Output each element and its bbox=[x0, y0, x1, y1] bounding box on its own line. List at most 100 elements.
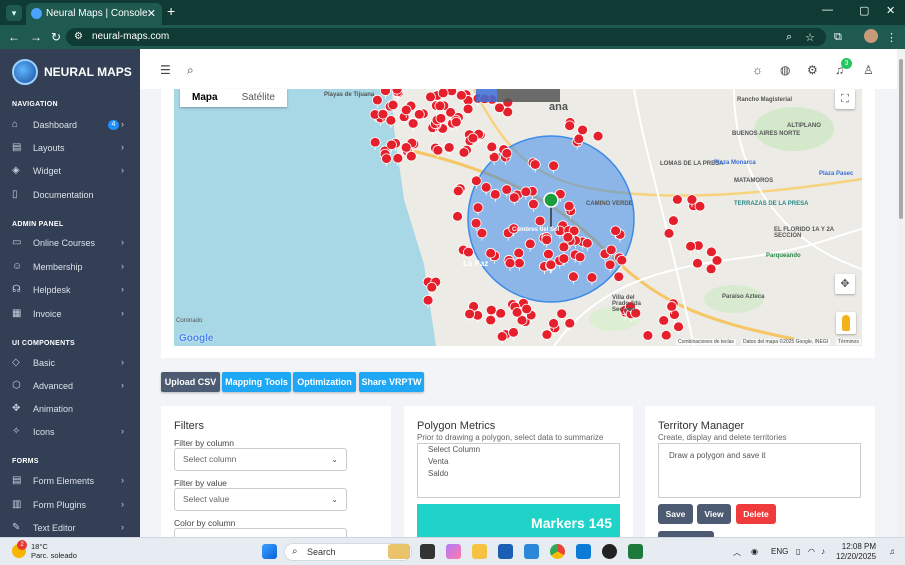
file-explorer-icon[interactable] bbox=[472, 544, 487, 559]
address-bar: ← → ↻ ⚙ neural-maps.com ⌕ ☆ ⧉ ⋮ bbox=[0, 25, 905, 49]
sidebar-item-membership[interactable]: ☺ Membership › bbox=[0, 257, 140, 277]
mapping-tools-button[interactable]: Mapping Tools bbox=[222, 372, 291, 392]
task-view-icon[interactable] bbox=[420, 544, 435, 559]
settings-gear-icon[interactable]: ⚙ bbox=[807, 63, 818, 77]
drawing-toolbar bbox=[476, 89, 560, 102]
copilot-icon[interactable] bbox=[446, 544, 461, 559]
optimization-button[interactable]: Optimization bbox=[293, 372, 356, 392]
tab-menu-icon[interactable]: ▾ bbox=[6, 5, 22, 21]
sidebar-item-online-courses[interactable]: ▭ Online Courses › bbox=[0, 233, 140, 253]
close-tab-icon[interactable]: ✕ bbox=[147, 3, 156, 25]
theme-sun-icon[interactable]: ☼ bbox=[752, 63, 763, 77]
media-player-icon[interactable] bbox=[602, 544, 617, 559]
forward-icon[interactable]: → bbox=[30, 30, 42, 44]
sidebar-item-layouts[interactable]: ▤ Layouts › bbox=[0, 138, 140, 158]
chrome-icon[interactable] bbox=[550, 544, 565, 559]
sidebar-item-invoice[interactable]: ▦ Invoice › bbox=[0, 304, 140, 324]
polygon-metrics-card: Polygon Metrics Prior to drawing a polyg… bbox=[404, 406, 633, 537]
chevron-right-icon: › bbox=[121, 380, 124, 390]
filter-value-select[interactable]: Select value ⌄ bbox=[174, 488, 347, 511]
hamburger-menu-icon[interactable]: ☰ bbox=[160, 63, 171, 77]
map-canvas[interactable]: Playas de Tijuana ana Rancho Magisterial… bbox=[174, 89, 862, 346]
color-column-select[interactable] bbox=[174, 528, 347, 537]
excel-icon[interactable] bbox=[628, 544, 643, 559]
save-button[interactable]: Save bbox=[658, 504, 693, 524]
markers-summary: Markers 145 bbox=[417, 504, 620, 537]
sidebar-item-documentation[interactable]: ▯ Documentation bbox=[0, 185, 140, 205]
sidebar-item-basic[interactable]: ◇ Basic › bbox=[0, 353, 140, 373]
map-label-paraiso: Paraíso Azteca bbox=[722, 294, 765, 300]
share-vrptw-button[interactable]: Share VRPTW bbox=[359, 372, 424, 392]
language-indicator[interactable]: ENG bbox=[771, 547, 788, 556]
app-icon[interactable] bbox=[524, 544, 539, 559]
list-item[interactable]: Select Column bbox=[418, 444, 619, 456]
sidebar-item-dashboard[interactable]: ⌂ Dashboard 4 › bbox=[0, 115, 140, 135]
list-item[interactable]: Venta bbox=[418, 456, 619, 468]
scrollbar-thumb[interactable] bbox=[899, 59, 903, 219]
tray-chevron-up-icon[interactable]: ︿ bbox=[733, 547, 741, 558]
zoom-icon[interactable]: ⌕ bbox=[786, 31, 792, 44]
sidebar-item-animation[interactable]: ✥ Animation bbox=[0, 399, 140, 419]
maximize-icon[interactable]: ▢ bbox=[859, 4, 869, 17]
reload-icon[interactable]: ↻ bbox=[51, 30, 61, 44]
camera-control-icon[interactable]: ✥ bbox=[835, 274, 855, 294]
vscode-icon[interactable] bbox=[576, 544, 591, 559]
polygon-column-listbox[interactable]: Select Column Venta Saldo bbox=[417, 443, 620, 498]
bookmark-star-icon[interactable]: ☆ bbox=[805, 31, 815, 44]
list-item[interactable]: Saldo bbox=[418, 468, 619, 480]
tray-app-icon[interactable]: ◉ bbox=[751, 547, 758, 556]
new-tab-icon[interactable]: + bbox=[167, 3, 175, 19]
map-label-camino: CAMINO VERDE bbox=[586, 201, 633, 207]
map-type-map-button[interactable]: Mapa bbox=[180, 89, 230, 107]
territory-textarea[interactable]: Draw a polygon and save it bbox=[658, 443, 861, 498]
view-button[interactable]: View bbox=[697, 504, 731, 524]
sidebar-item-helpdesk[interactable]: ☊ Helpdesk › bbox=[0, 280, 140, 300]
sidebar-item-form-plugins[interactable]: ▥ Form Plugins › bbox=[0, 495, 140, 515]
sidebar-item-text-editor[interactable]: ✎ Text Editor › bbox=[0, 518, 140, 537]
sidebar-item-widget[interactable]: ◈ Widget › bbox=[0, 161, 140, 181]
close-window-icon[interactable]: ✕ bbox=[886, 4, 895, 17]
system-clock[interactable]: 12:08 PM 12/20/2025 bbox=[836, 542, 876, 562]
site-info-icon[interactable]: ⚙ bbox=[74, 28, 83, 46]
sidebar-item-icons[interactable]: ✧ Icons › bbox=[0, 422, 140, 442]
sidebar-item-advanced[interactable]: ⬡ Advanced › bbox=[0, 376, 140, 396]
volume-icon[interactable]: ♪ bbox=[821, 547, 825, 556]
keyboard-shortcuts-link[interactable]: Combinaciones de teclas bbox=[676, 339, 736, 345]
browser-menu-icon[interactable]: ⋮ bbox=[886, 31, 897, 44]
language-globe-icon[interactable]: ◍ bbox=[780, 63, 790, 77]
listbox-scrollbar[interactable] bbox=[599, 444, 619, 497]
back-icon[interactable]: ← bbox=[8, 30, 20, 44]
vpn-app-icon[interactable] bbox=[498, 544, 513, 559]
chevron-right-icon: › bbox=[121, 522, 124, 532]
notifications-bell-icon[interactable]: ♫ bbox=[889, 547, 895, 556]
terms-link[interactable]: Términos bbox=[836, 339, 861, 345]
browser-tab[interactable]: Neural Maps | Console ✕ bbox=[26, 3, 162, 25]
brand[interactable]: NEURAL MAPS bbox=[12, 57, 132, 87]
top-header: ☰ ⌕ ☼ ◍ ⚙ ♫ 3 ♙ bbox=[140, 49, 897, 89]
fullscreen-icon[interactable]: ⛶ bbox=[835, 89, 855, 109]
user-profile-icon[interactable]: ♙ bbox=[863, 63, 874, 77]
wifi-icon[interactable]: ◠ bbox=[808, 547, 815, 556]
url-field[interactable]: ⚙ neural-maps.com bbox=[66, 28, 826, 46]
chevron-right-icon: › bbox=[121, 119, 124, 129]
phone-icon[interactable]: ▯ bbox=[796, 547, 800, 556]
filter-column-select[interactable]: Select column ⌄ bbox=[174, 448, 347, 471]
windows-start-icon[interactable] bbox=[262, 544, 277, 559]
minimize-icon[interactable]: — bbox=[822, 4, 833, 16]
page-scrollbar[interactable] bbox=[897, 49, 905, 537]
hand-tool-icon[interactable] bbox=[476, 89, 497, 102]
street-view-pegman-icon[interactable] bbox=[836, 312, 856, 334]
chevron-right-icon: › bbox=[121, 237, 124, 247]
brand-name: NEURAL MAPS bbox=[44, 65, 132, 79]
upload-csv-button[interactable]: Upload CSV bbox=[161, 372, 220, 392]
notification-badge: 3 bbox=[841, 58, 852, 69]
territory-title: Territory Manager bbox=[658, 420, 745, 432]
map-type-satellite-button[interactable]: Satélite bbox=[230, 89, 287, 107]
extensions-icon[interactable]: ⧉ bbox=[834, 31, 842, 44]
sidebar-item-form-elements[interactable]: ▤ Form Elements › bbox=[0, 471, 140, 491]
search-highlight-icon bbox=[388, 544, 410, 559]
delete-button[interactable]: Delete bbox=[736, 504, 776, 524]
map-label-rancho: Rancho Magisterial bbox=[737, 97, 793, 103]
search-icon[interactable]: ⌕ bbox=[187, 63, 194, 78]
profile-avatar[interactable] bbox=[864, 29, 878, 43]
